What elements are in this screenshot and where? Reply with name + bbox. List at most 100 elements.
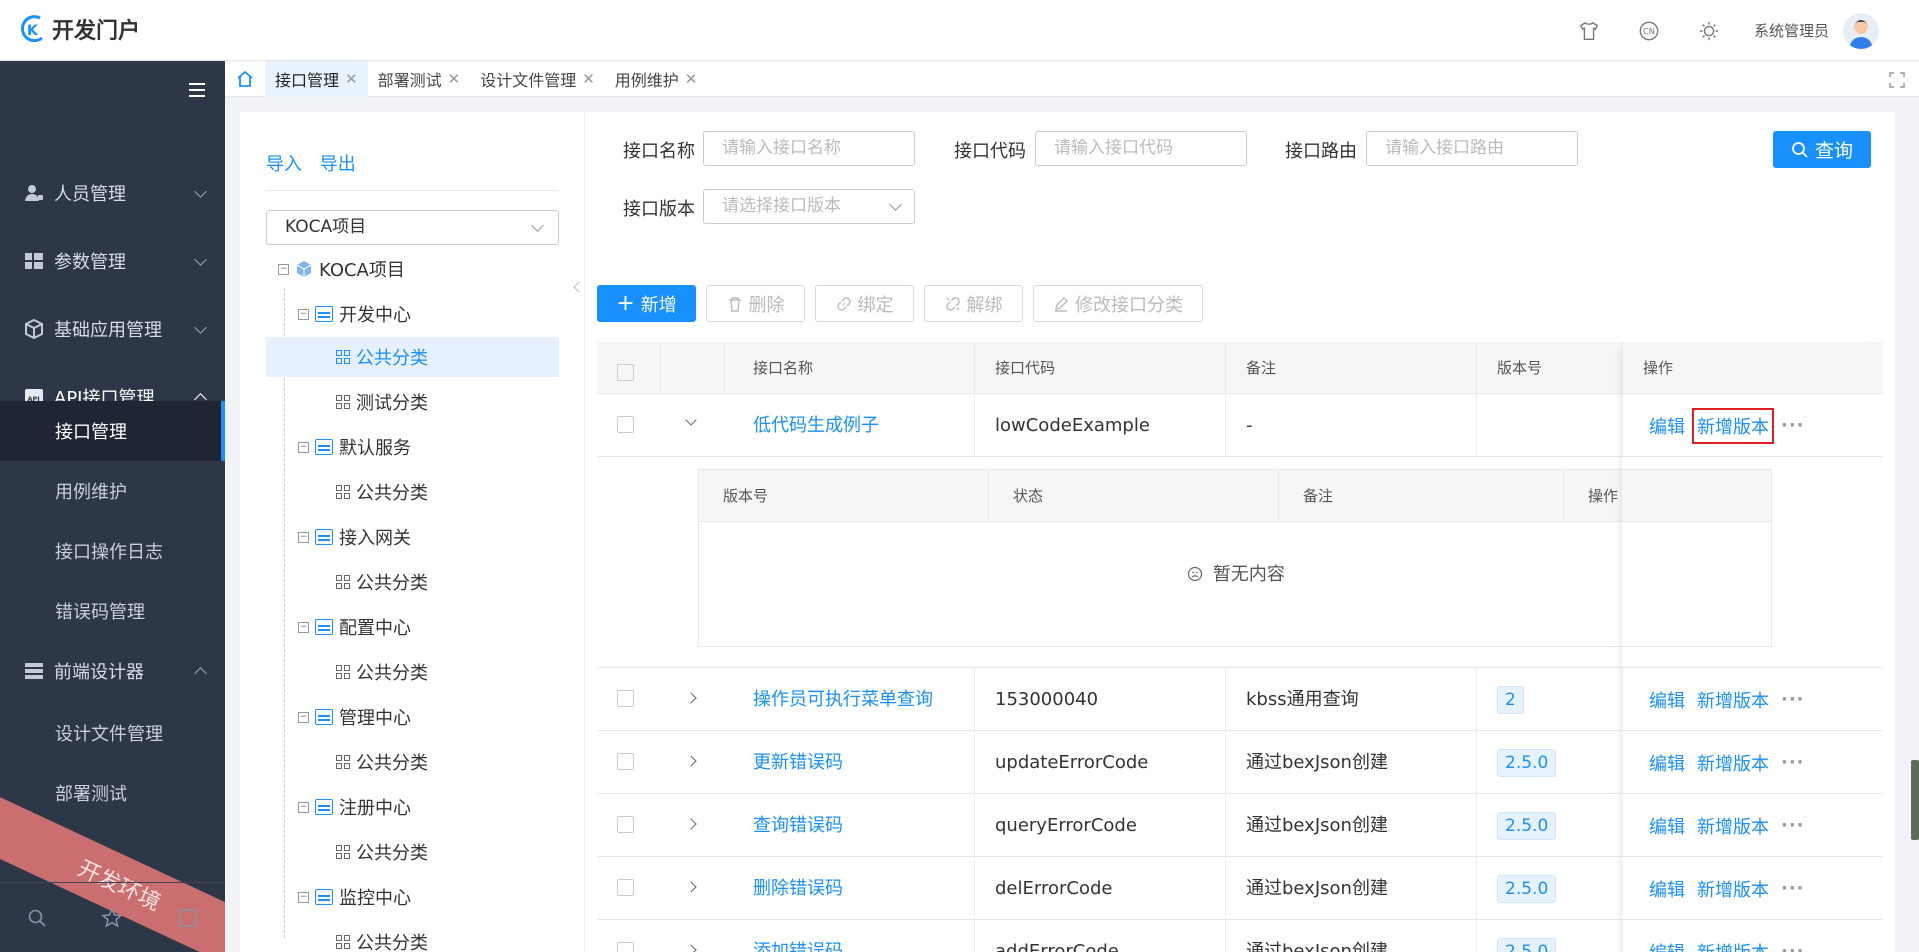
tree-category-node[interactable]: 公共分类 <box>336 832 428 872</box>
tab-design-files[interactable]: 设计文件管理 ✕ <box>470 61 605 97</box>
more-icon[interactable]: ··· <box>1781 689 1805 710</box>
interface-name-link[interactable]: 删除错误码 <box>725 857 975 920</box>
edit-link[interactable]: 编辑 <box>1649 813 1685 839</box>
collapse-icon[interactable]: − <box>278 263 289 275</box>
more-icon[interactable]: ··· <box>1781 878 1805 899</box>
add-version-link[interactable]: 新增版本 <box>1692 407 1774 444</box>
expand-row-icon[interactable] <box>685 881 697 893</box>
row-checkbox[interactable] <box>617 942 634 952</box>
tab-interface-management[interactable]: 接口管理 ✕ <box>265 60 368 97</box>
row-checkbox[interactable] <box>617 816 634 833</box>
add-version-link[interactable]: 新增版本 <box>1697 813 1769 839</box>
import-link[interactable]: 导入 <box>266 154 302 175</box>
sidebar-item-design-files[interactable]: 设计文件管理 <box>0 703 225 763</box>
sidebar-group-personnel[interactable]: 人员管理 <box>0 159 225 227</box>
sidebar-item-interface-management[interactable]: 接口管理 <box>0 401 225 461</box>
fullscreen-icon[interactable] <box>1889 72 1905 88</box>
add-version-link[interactable]: 新增版本 <box>1697 687 1769 713</box>
tree-category-node[interactable]: 公共分类 <box>336 562 428 602</box>
close-icon[interactable]: ✕ <box>582 70 595 88</box>
add-button[interactable]: + 新增 <box>597 285 696 322</box>
user-name[interactable]: 系统管理员 <box>1754 20 1829 41</box>
settings-icon[interactable] <box>178 908 198 928</box>
tab-deploy-test[interactable]: 部署测试 ✕ <box>368 61 471 97</box>
edit-link[interactable]: 编辑 <box>1649 687 1685 713</box>
tree-category-node[interactable]: 公共分类 <box>336 922 428 952</box>
tree-service-node[interactable]: − 配置中心 <box>298 607 411 647</box>
expand-row-icon[interactable] <box>685 755 697 767</box>
add-version-link[interactable]: 新增版本 <box>1697 750 1769 776</box>
tree-root[interactable]: − KOCA项目 <box>278 249 405 289</box>
sun-icon[interactable] <box>1694 16 1724 46</box>
sidebar-item-operation-log[interactable]: 接口操作日志 <box>0 521 225 581</box>
home-icon[interactable] <box>225 61 265 97</box>
project-select[interactable]: KOCA项目 <box>266 210 559 245</box>
sidebar-item-error-codes[interactable]: 错误码管理 <box>0 581 225 641</box>
collapse-icon[interactable]: − <box>298 801 309 813</box>
more-icon[interactable]: ··· <box>1781 941 1805 952</box>
expand-row-icon[interactable] <box>685 692 697 704</box>
add-version-link[interactable]: 新增版本 <box>1697 939 1769 952</box>
export-link[interactable]: 导出 <box>320 154 356 175</box>
tree-service-node[interactable]: − 管理中心 <box>298 697 411 737</box>
avatar[interactable] <box>1843 12 1879 49</box>
collapse-icon[interactable]: − <box>298 711 309 723</box>
page-scrollbar[interactable] <box>1911 760 1919 840</box>
query-button[interactable]: 查询 <box>1773 131 1871 168</box>
search-icon[interactable] <box>27 908 47 928</box>
row-checkbox[interactable] <box>617 690 634 707</box>
menu-toggle-icon[interactable] <box>189 83 205 97</box>
add-version-link[interactable]: 新增版本 <box>1697 876 1769 902</box>
tree-category-node[interactable]: 测试分类 <box>336 382 428 422</box>
collapse-icon[interactable]: − <box>298 531 309 543</box>
interface-name-link[interactable]: 操作员可执行菜单查询 <box>725 668 975 731</box>
interface-version-select[interactable]: 请选择接口版本 <box>703 189 915 224</box>
sidebar-group-basic-apps[interactable]: 基础应用管理 <box>0 295 225 363</box>
interface-code-input[interactable]: 请输入接口代码 <box>1035 131 1247 166</box>
more-icon[interactable]: ··· <box>1781 752 1805 773</box>
edit-link[interactable]: 编辑 <box>1649 750 1685 776</box>
collapse-icon[interactable]: − <box>298 891 309 903</box>
expand-row-icon[interactable] <box>685 944 697 952</box>
cn-language-icon[interactable]: CN <box>1634 16 1664 46</box>
interface-route-input[interactable]: 请输入接口路由 <box>1366 131 1578 166</box>
tree-category-node[interactable]: 公共分类 <box>336 652 428 692</box>
collapse-icon[interactable]: − <box>298 621 309 633</box>
tree-service-node[interactable]: − 开发中心 <box>298 294 411 334</box>
more-icon[interactable]: ··· <box>1781 815 1805 836</box>
shirt-icon[interactable] <box>1574 16 1604 46</box>
edit-link[interactable]: 编辑 <box>1649 413 1685 439</box>
collapse-row-icon[interactable] <box>685 414 697 426</box>
interface-name-input[interactable]: 请输入接口名称 <box>703 131 915 166</box>
app-logo[interactable]: K 开发门户 <box>18 13 140 45</box>
interface-name-link[interactable]: 低代码生成例子 <box>725 394 975 457</box>
select-all-checkbox[interactable] <box>617 364 634 381</box>
close-icon[interactable]: ✕ <box>685 70 698 88</box>
interface-name-link[interactable]: 添加错误码 <box>725 920 975 952</box>
interface-name-link[interactable]: 查询错误码 <box>725 794 975 857</box>
expand-row-icon[interactable] <box>685 818 697 830</box>
close-icon[interactable]: ✕ <box>345 70 358 88</box>
sidebar-group-params[interactable]: 参数管理 <box>0 227 225 295</box>
row-checkbox[interactable] <box>617 416 634 433</box>
row-checkbox[interactable] <box>617 753 634 770</box>
collapse-icon[interactable]: − <box>298 441 309 453</box>
interface-name-link[interactable]: 更新错误码 <box>725 731 975 794</box>
sidebar-group-frontend-designer[interactable]: 前端设计器 <box>0 637 225 705</box>
tree-category-node[interactable]: 公共分类 <box>336 472 428 512</box>
sidebar-item-case-maintenance[interactable]: 用例维护 <box>0 461 225 521</box>
tree-category-node[interactable]: 公共分类 <box>336 742 428 782</box>
collapse-icon[interactable]: − <box>298 308 309 320</box>
more-icon[interactable]: ··· <box>1781 415 1805 436</box>
tree-service-node[interactable]: − 默认服务 <box>298 427 411 467</box>
delete-button[interactable]: 删除 <box>706 285 805 322</box>
tree-service-node[interactable]: − 注册中心 <box>298 787 411 827</box>
row-checkbox[interactable] <box>617 879 634 896</box>
unbind-button[interactable]: 解绑 <box>924 285 1023 322</box>
edit-link[interactable]: 编辑 <box>1649 876 1685 902</box>
close-icon[interactable]: ✕ <box>448 70 461 88</box>
tree-category-node[interactable]: 公共分类 <box>266 337 559 377</box>
bind-button[interactable]: 绑定 <box>815 285 914 322</box>
star-icon[interactable] <box>101 906 124 929</box>
tree-service-node[interactable]: − 监控中心 <box>298 877 411 917</box>
